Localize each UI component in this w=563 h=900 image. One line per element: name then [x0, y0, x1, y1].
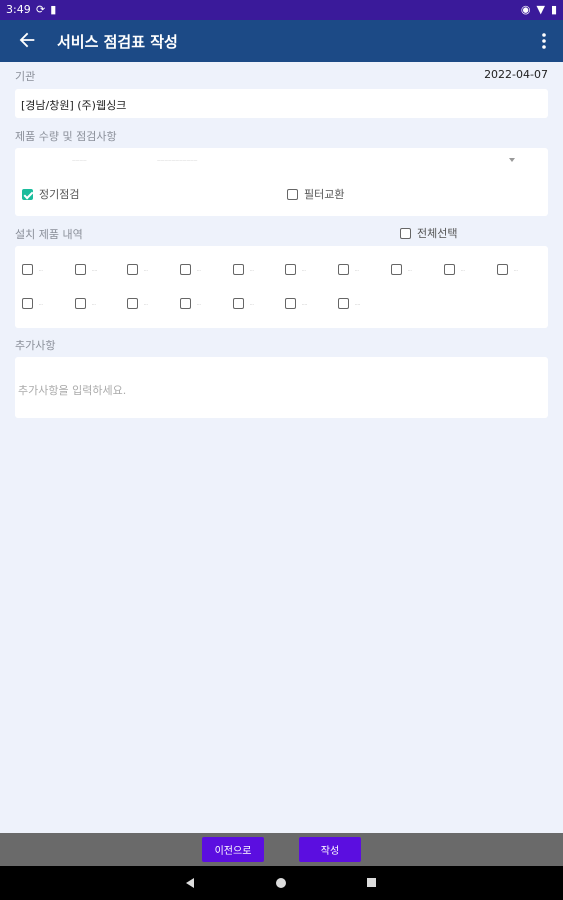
sd-card-icon: ▮ [50, 3, 57, 16]
additional-placeholder: 추가사항을 입력하세요. [18, 384, 127, 397]
checkbox-icon[interactable] [233, 264, 244, 275]
option-label: 정기점검 [39, 188, 80, 201]
prev-button[interactable]: 이전으로 [202, 837, 264, 862]
product-item[interactable]: .... [338, 298, 360, 309]
dropdown-caret-icon[interactable] [509, 158, 515, 162]
checkbox-icon[interactable] [127, 264, 138, 275]
app-bar: 서비스 점검표 작성 [0, 20, 563, 62]
option-filter-change[interactable]: 필터교환 [287, 186, 344, 202]
select-all[interactable]: 전체선택 [400, 225, 457, 241]
checkbox-icon[interactable] [180, 264, 191, 275]
installed-label: 설치 제품 내역 [15, 228, 83, 241]
checkbox-icon[interactable] [285, 264, 296, 275]
checkbox-icon[interactable] [444, 264, 455, 275]
institution-value: [경남/창원] (주)웹싱크 [21, 99, 127, 112]
additional-input[interactable]: 추가사항을 입력하세요. [15, 357, 548, 418]
inspection-card: ᅳᅳᅳᅳ ᅳᅳᅳᅳᅳᅳᅳᅳᅳᅳᅳ 정기점검 필터교환 [15, 148, 548, 216]
product-item[interactable]: ... [391, 264, 412, 275]
more-vert-icon[interactable] [539, 30, 549, 52]
checkbox-icon[interactable] [400, 227, 411, 239]
checkbox-icon[interactable] [22, 298, 33, 309]
product-item[interactable]: .... [285, 298, 307, 309]
option-label: 필터교환 [304, 188, 345, 201]
checkbox-icon[interactable] [497, 264, 508, 275]
sync-icon: ⟳ [36, 3, 46, 16]
additional-label: 추가사항 [15, 339, 56, 352]
battery-icon: ▮ [550, 3, 557, 16]
system-nav-bar [0, 866, 563, 900]
date-value[interactable]: 2022-04-07 [484, 68, 548, 81]
product-item[interactable]: ... [22, 264, 43, 275]
product-item[interactable]: ... [233, 264, 254, 275]
product-item[interactable]: ... [127, 298, 148, 309]
wifi-icon: ▼ [536, 3, 545, 16]
checkbox-icon[interactable] [233, 298, 244, 309]
product-item[interactable]: ... [497, 264, 518, 275]
product-item[interactable]: ... [233, 298, 254, 309]
nav-home-icon[interactable] [276, 878, 286, 888]
checkbox-icon[interactable] [285, 298, 296, 309]
checkbox-icon[interactable] [75, 298, 86, 309]
checkbox-icon[interactable] [338, 298, 349, 309]
product-item[interactable]: ... [180, 298, 201, 309]
location-icon: ◉ [520, 3, 531, 16]
checkbox-icon[interactable] [127, 298, 138, 309]
institution-field[interactable]: [경남/창원] (주)웹싱크 [15, 89, 548, 118]
status-bar: 3:49 ⟳ ▮ ◉ ▼ ▮ [0, 0, 563, 20]
product-item[interactable]: ... [180, 264, 201, 275]
product-item[interactable]: ... [127, 264, 148, 275]
nav-back-icon[interactable] [186, 878, 194, 888]
inspection-label: 제품 수량 및 점검사항 [15, 130, 117, 143]
inspection-faint-mid: ᅳᅳᅳᅳᅳᅳᅳᅳᅳᅳᅳ [157, 158, 198, 163]
page-title: 서비스 점검표 작성 [57, 33, 178, 51]
product-item[interactable]: ... [338, 264, 359, 275]
status-time: 3:49 [6, 3, 31, 16]
product-item[interactable]: ... [444, 264, 465, 275]
product-item[interactable]: .... [75, 264, 97, 275]
installed-card: ... .... ... ... ... ... ... ... ... ...… [15, 246, 548, 328]
submit-button[interactable]: 작성 [299, 837, 361, 862]
option-regular-inspection[interactable]: 정기점검 [22, 186, 79, 202]
product-item[interactable]: ... [22, 298, 43, 309]
checkbox-icon[interactable] [338, 264, 349, 275]
inspection-faint-left: ᅳᅳᅳᅳ [72, 158, 87, 163]
product-item[interactable]: ... [75, 298, 96, 309]
checkbox-checked-icon[interactable] [22, 188, 33, 200]
checkbox-icon[interactable] [391, 264, 402, 275]
checkbox-icon[interactable] [75, 264, 86, 275]
period-label: 기관 [15, 70, 36, 83]
checkbox-icon[interactable] [180, 298, 191, 309]
product-item[interactable]: ... [285, 264, 306, 275]
select-all-label: 전체선택 [417, 227, 458, 240]
back-arrow-icon[interactable] [16, 29, 38, 51]
checkbox-icon[interactable] [22, 264, 33, 275]
checkbox-icon[interactable] [287, 188, 298, 200]
bottom-bar: 이전으로 작성 [0, 833, 563, 866]
nav-recents-icon[interactable] [367, 878, 376, 887]
